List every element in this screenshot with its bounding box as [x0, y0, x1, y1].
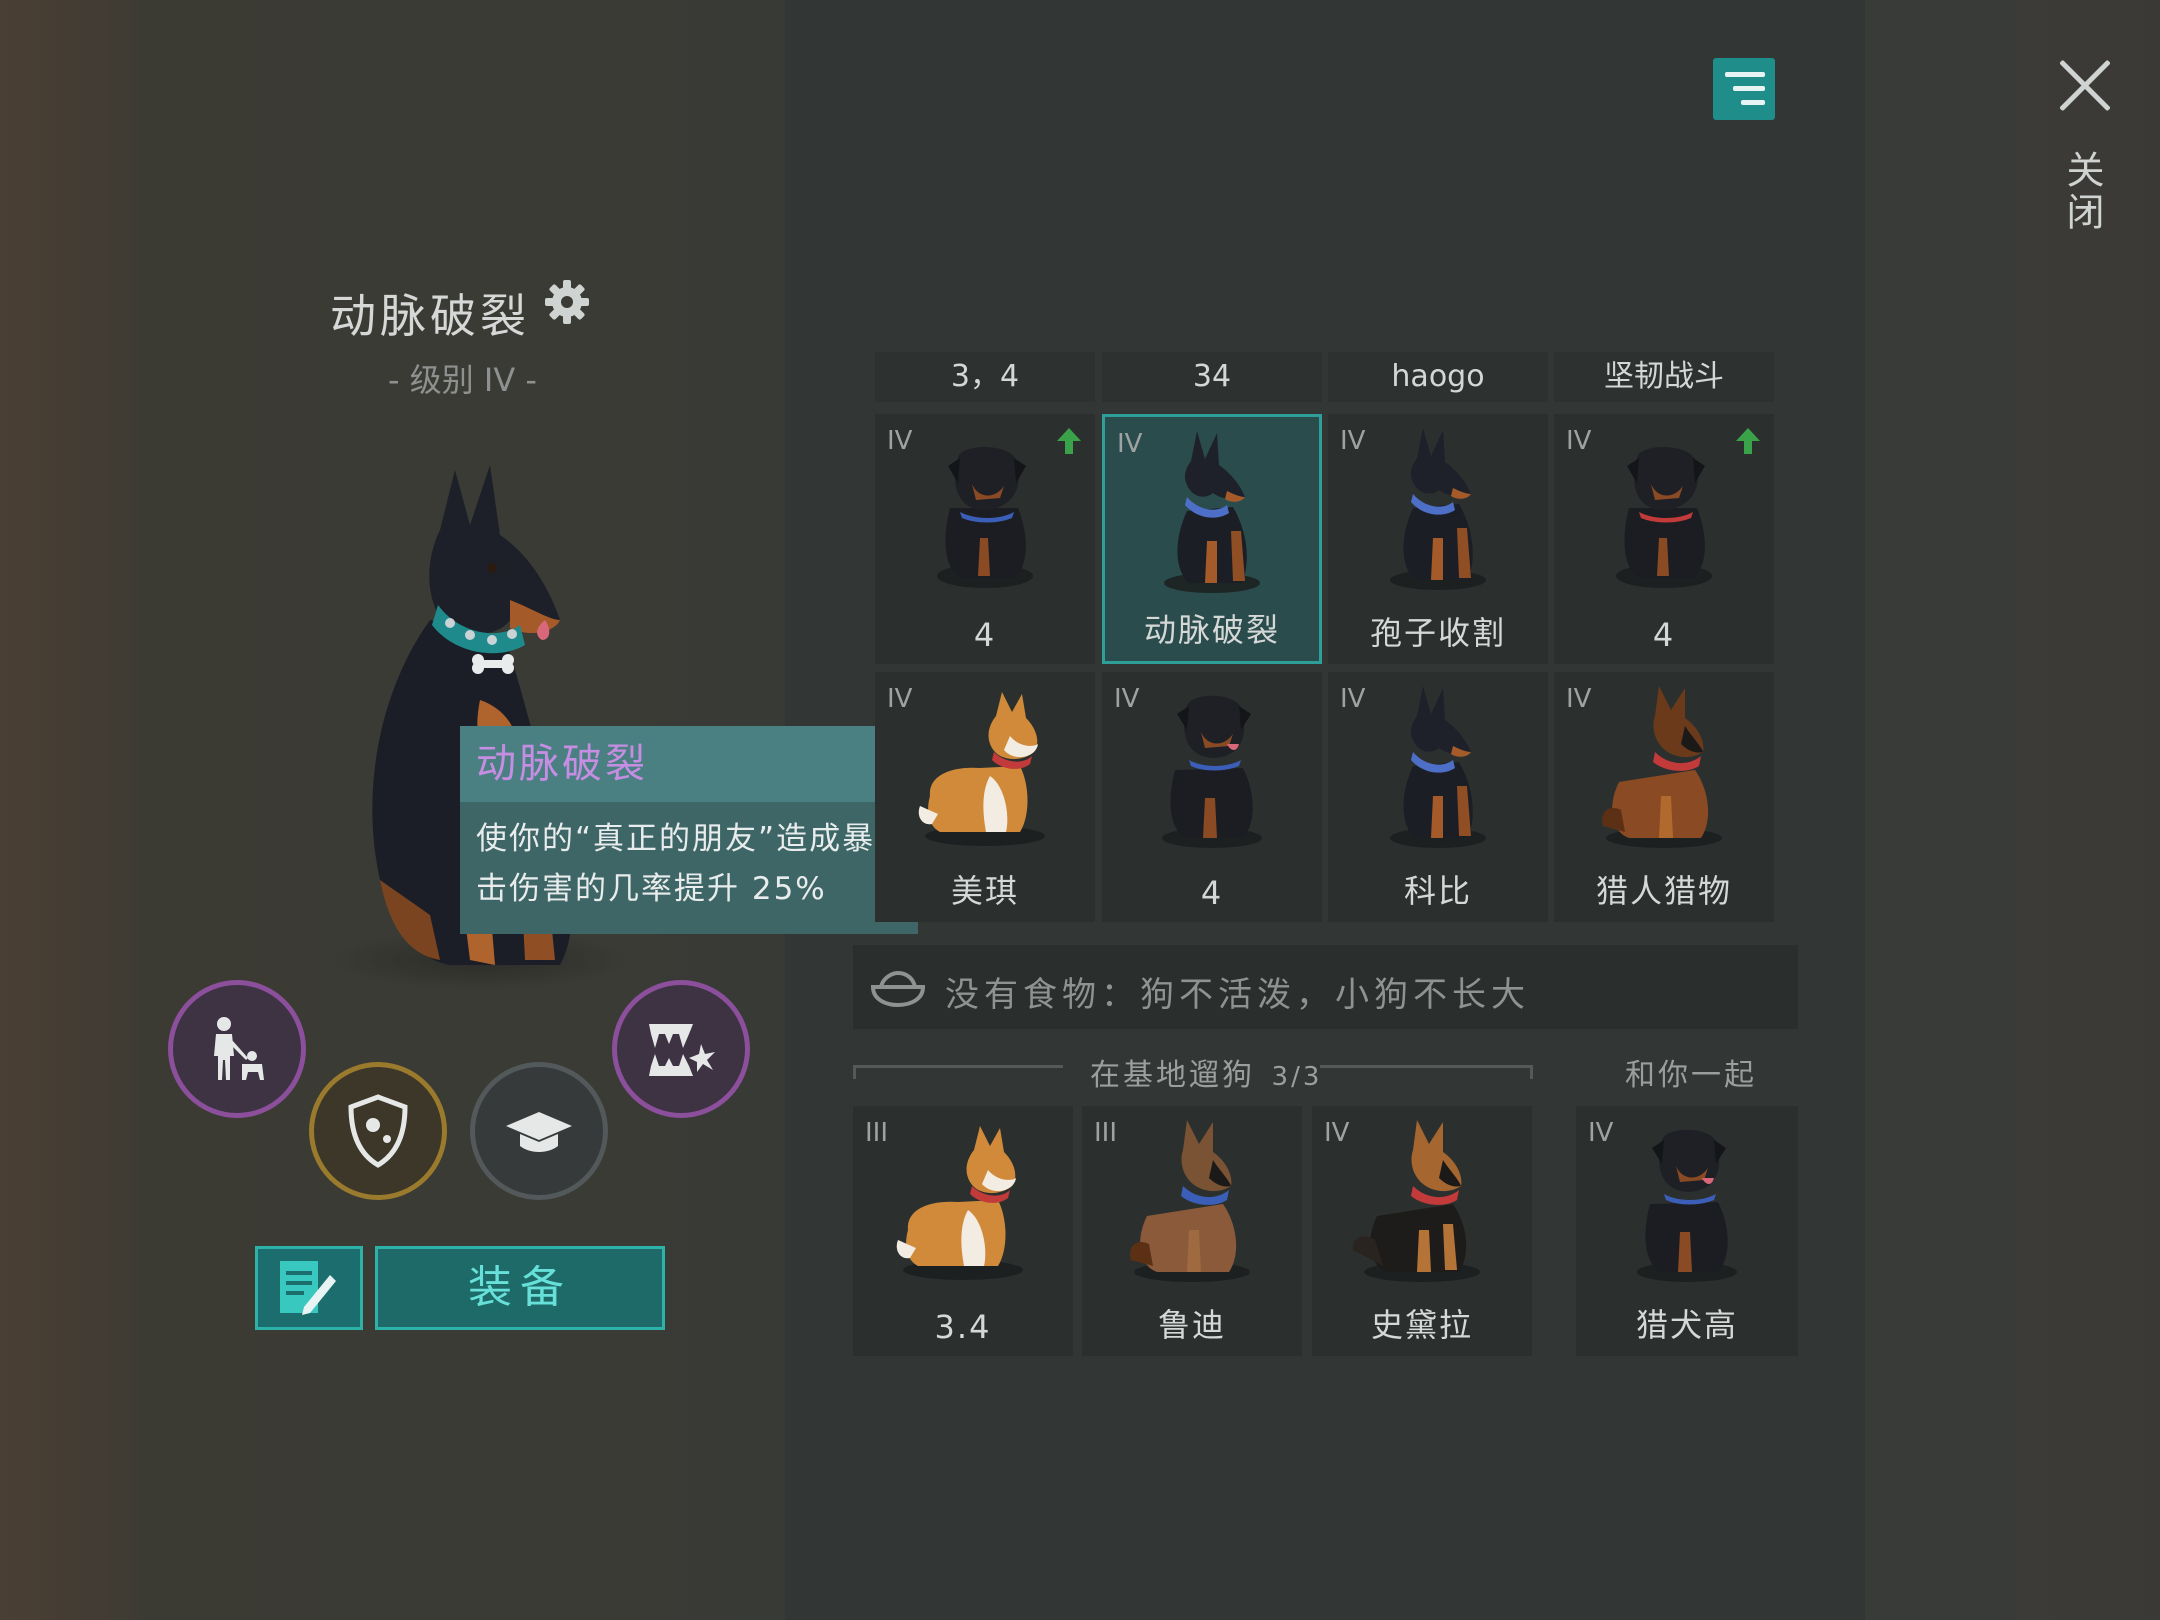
dog-name-title: 动脉破裂 — [330, 289, 530, 343]
right-panel-background — [1865, 0, 2160, 1620]
doberman-icon — [1390, 686, 1486, 848]
skill-shield-button[interactable] — [309, 1062, 447, 1200]
walking-section-label: 在基地遛狗 3/3 — [1090, 1050, 1322, 1094]
dog-name: 科比 — [1403, 872, 1472, 910]
edit-notes-button[interactable] — [255, 1246, 363, 1330]
edit-document-icon — [280, 1261, 336, 1315]
dog-name: 美琪 — [950, 872, 1019, 910]
dog-card[interactable]: IV 4 — [875, 414, 1095, 664]
walking-label: 在基地遛狗 — [1090, 1058, 1255, 1093]
graduation-cap-icon — [506, 1112, 572, 1152]
dog-card-selected[interactable]: IV 动脉破裂 — [1102, 414, 1322, 664]
divider-line-left — [853, 1065, 1063, 1068]
dog-card[interactable]: IV 4 — [1554, 414, 1774, 664]
shepherd-icon — [1130, 1120, 1250, 1282]
rottweiler-icon — [1162, 695, 1262, 848]
walking-dog-card[interactable]: III 3.4 — [853, 1106, 1073, 1356]
dog-level: - 级别 IV - — [388, 361, 537, 399]
skill-training-button[interactable] — [470, 1062, 608, 1200]
dog-level-label: IV — [1588, 1118, 1614, 1148]
shepherd-icon — [1602, 686, 1722, 848]
upgrade-arrow-icon — [1057, 428, 1081, 454]
dog-name: 猎人猎物 — [1595, 872, 1732, 910]
shield-icon — [348, 1094, 408, 1168]
dog-level-label: III — [1094, 1118, 1118, 1148]
dog-level-label: IV — [1340, 426, 1366, 456]
tab-3[interactable]: haogo — [1328, 352, 1548, 402]
corgi-icon — [918, 692, 1045, 846]
companion-dog-card[interactable]: IV 猎犬高 — [1576, 1106, 1798, 1356]
dog-level-label: IV — [1566, 684, 1592, 714]
fangs-icon — [649, 1024, 715, 1076]
dog-card[interactable]: IV 4 — [1102, 672, 1322, 922]
walking-dog-card[interactable]: IV 史黛拉 — [1312, 1106, 1532, 1356]
rottweiler-icon — [1616, 446, 1712, 588]
divider-tick — [853, 1065, 856, 1079]
dog-level-label: IV — [887, 684, 913, 714]
close-label[interactable]: 关闭 — [2060, 150, 2110, 234]
dog-name: 3.4 — [934, 1308, 992, 1346]
person-with-dog-icon — [214, 1017, 264, 1080]
dog-name: 鲁迪 — [1157, 1306, 1226, 1344]
dog-level-label: IV — [887, 426, 913, 456]
tab-1[interactable]: 3，4 — [875, 352, 1095, 402]
skill-bite-button[interactable] — [612, 980, 750, 1118]
with-you-section-label: 和你一起 — [1625, 1058, 1757, 1093]
gear-icon[interactable] — [543, 278, 591, 326]
corgi-icon — [896, 1126, 1023, 1280]
tab-2[interactable]: 34 — [1102, 352, 1322, 402]
tooltip-description: 使你的“真正的朋友”造成暴 击伤害的几率提升 25% — [460, 802, 918, 934]
divider-line-right — [1320, 1065, 1533, 1068]
walking-dog-card[interactable]: III 鲁迪 — [1082, 1106, 1302, 1356]
dog-level-label: IV — [1340, 684, 1366, 714]
dog-card[interactable]: IV 猎人猎物 — [1554, 672, 1774, 922]
dog-level-label: IV — [1117, 429, 1143, 459]
dog-card[interactable]: IV 科比 — [1328, 672, 1548, 922]
close-icon[interactable] — [2055, 55, 2115, 115]
divider-tick — [1530, 1065, 1533, 1079]
dog-card[interactable]: IV 美琪 — [875, 672, 1095, 922]
dog-level-label: IV — [1566, 426, 1592, 456]
rottweiler-icon — [937, 446, 1033, 588]
dog-level-label: IV — [1114, 684, 1140, 714]
doberman-icon — [1164, 431, 1260, 593]
skill-companion-button[interactable] — [168, 980, 306, 1118]
dog-name: 猎犬高 — [1635, 1306, 1738, 1344]
doberman-icon — [1390, 428, 1486, 590]
skill-tooltip: 动脉破裂 使你的“真正的朋友”造成暴 击伤害的几率提升 25% — [460, 726, 918, 934]
dog-name: 孢子收割 — [1369, 614, 1506, 652]
shepherd-icon — [1352, 1120, 1480, 1282]
tooltip-line-2: 击伤害的几率提升 25% — [476, 871, 827, 907]
dog-name: 4 — [1652, 616, 1676, 654]
left-edge-shade — [0, 0, 135, 1620]
dog-card[interactable]: IV 孢子收割 — [1328, 414, 1548, 664]
food-bowl-icon — [870, 970, 926, 1008]
walking-count: 3/3 — [1271, 1062, 1323, 1092]
tooltip-line-1: 使你的“真正的朋友”造成暴 — [476, 821, 876, 857]
tooltip-title: 动脉破裂 — [460, 726, 918, 802]
filter-button[interactable] — [1713, 58, 1775, 120]
dog-name: 4 — [973, 616, 997, 654]
dog-name: 4 — [1200, 874, 1224, 912]
dog-name: 史黛拉 — [1370, 1306, 1473, 1344]
dog-name: 动脉破裂 — [1143, 611, 1280, 649]
food-notice-text: 没有食物：狗不活泼，小狗不长大 — [945, 975, 1530, 1015]
tab-4[interactable]: 坚韧战斗 — [1554, 352, 1774, 402]
rottweiler-icon — [1637, 1129, 1737, 1282]
upgrade-arrow-icon — [1736, 428, 1760, 454]
equip-button[interactable]: 装备 — [375, 1246, 665, 1330]
